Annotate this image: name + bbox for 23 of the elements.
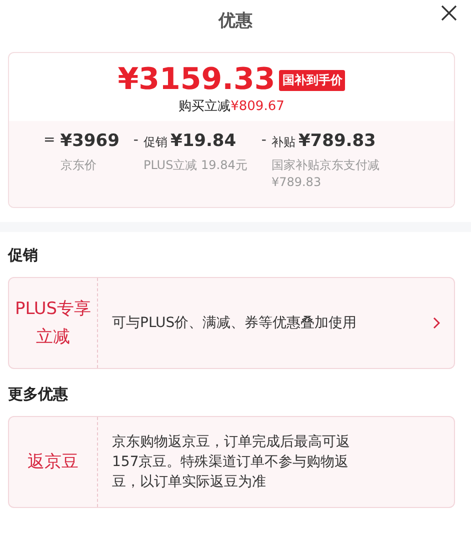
price-badge: 国补到手价 <box>279 70 346 90</box>
price-amount: ¥789.83 <box>298 131 376 151</box>
chevron-right-icon[interactable] <box>433 317 440 329</box>
operator-sign: - <box>261 131 266 150</box>
price-note: 国家补贴京东支付减¥789.83 <box>271 157 380 191</box>
price-amount: ¥19.84 <box>170 131 236 151</box>
operator-sign: = <box>44 131 56 150</box>
offer-description: 京东购物返京豆，订单完成后最高可返157京豆。特殊渠道订单不参与购物返豆，以订单实际返豆为准 <box>112 433 351 492</box>
price-amount: ¥3969 <box>60 131 120 151</box>
close-icon[interactable] <box>441 5 457 21</box>
offer-label: PLUS专享立减 <box>14 298 92 349</box>
price-note: PLUS立减 19.84元 <box>143 157 248 174</box>
section-heading: 更多优惠 <box>8 385 68 403</box>
section-heading: 促销 <box>8 246 38 264</box>
operator-sign: - <box>133 131 138 150</box>
final-price: ¥3159.33 <box>118 63 276 97</box>
saving-text: 购买立减¥809.67 <box>178 98 284 115</box>
offer-description: 可与PLUS价、满减、券等优惠叠加使用 <box>112 314 358 333</box>
price-tag: 促销 <box>143 135 168 149</box>
price-note: 京东价 <box>60 157 98 174</box>
price-tag: 补贴 <box>271 135 296 149</box>
dialog-title: 优惠 <box>218 10 252 32</box>
offer-label: 返京豆 <box>26 451 80 474</box>
